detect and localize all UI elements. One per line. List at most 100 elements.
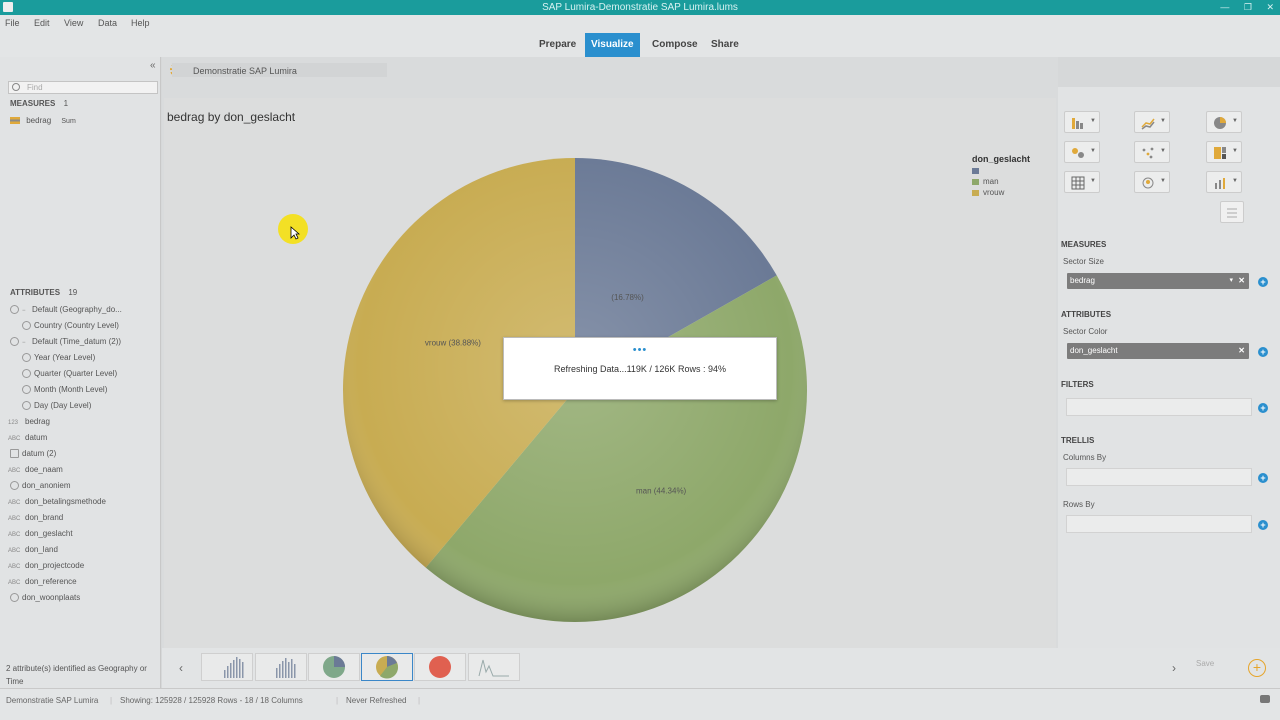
- mouse-pointer-icon: [290, 226, 300, 240]
- donut-thumb-icon: [429, 656, 451, 678]
- gallery-prev-icon[interactable]: ‹: [179, 661, 183, 675]
- pie-chart-picker[interactable]: ▼: [1206, 111, 1242, 133]
- attribute-label: don_projectcode: [25, 561, 85, 570]
- attribute-item[interactable]: ABC don_geslacht: [8, 529, 73, 538]
- gallery-thumb-pie[interactable]: [308, 653, 360, 681]
- tab-share[interactable]: Share: [711, 33, 739, 57]
- window-title: SAP Lumira-Demonstratie SAP Lumira.lums: [542, 2, 738, 13]
- attribute-label: bedrag: [25, 417, 50, 426]
- gallery-thumb-bar-2[interactable]: [255, 653, 307, 681]
- filters-dropzone[interactable]: [1066, 398, 1252, 416]
- dataset-name[interactable]: Demonstratie SAP Lumira: [193, 66, 297, 76]
- attribute-item[interactable]: datum (2): [10, 449, 56, 459]
- add-measure-icon[interactable]: +: [1258, 277, 1268, 287]
- attribute-item[interactable]: Country (Country Level): [22, 321, 119, 331]
- attribute-label: Default (Time_datum (2)): [32, 337, 122, 346]
- table-chart-picker[interactable]: ▼: [1064, 171, 1100, 193]
- add-row-icon[interactable]: +: [1258, 520, 1268, 530]
- expander[interactable]: −: [22, 308, 32, 314]
- menu-help[interactable]: Help: [131, 18, 150, 28]
- save-button[interactable]: Save: [1196, 659, 1214, 668]
- find-input[interactable]: Find: [8, 81, 158, 94]
- sector-size-pill[interactable]: bedrag ▾ ✕: [1067, 273, 1249, 289]
- restore-icon[interactable]: ❐: [1244, 2, 1252, 12]
- clock-icon: [10, 337, 19, 347]
- number-type-icon: 123: [8, 420, 19, 426]
- refresh-message: Refreshing Data...119K / 126K Rows : 94%: [554, 364, 726, 374]
- line-chart-picker[interactable]: ▼: [1134, 111, 1170, 133]
- bubble-chart-picker[interactable]: ▼: [1064, 141, 1100, 163]
- attribute-item[interactable]: don_anoniem: [10, 481, 70, 491]
- attribute-item[interactable]: ABC don_brand: [8, 513, 63, 522]
- attribute-item[interactable]: ABC don_betalingsmethode: [8, 497, 106, 506]
- add-column-icon[interactable]: +: [1258, 473, 1268, 483]
- status-separator: |: [110, 696, 113, 705]
- status-dataset: Demonstratie SAP Lumira: [6, 696, 99, 705]
- remove-icon[interactable]: ✕: [1238, 343, 1245, 359]
- attribute-item[interactable]: Year (Year Level): [22, 353, 95, 363]
- app-icon: [3, 2, 13, 12]
- geo-map-icon: [1142, 177, 1154, 189]
- sector-color-label: Sector Color: [1063, 327, 1108, 336]
- gallery-next-icon[interactable]: ›: [1172, 661, 1176, 675]
- legend-item-blank[interactable]: [972, 166, 1030, 175]
- legend-item-man[interactable]: man: [972, 177, 1030, 186]
- attribute-item[interactable]: don_woonplaats: [10, 593, 80, 603]
- attribute-item[interactable]: ABC don_reference: [8, 577, 77, 586]
- rows-by-dropzone[interactable]: [1066, 515, 1252, 533]
- status-separator: |: [336, 696, 339, 705]
- remove-icon[interactable]: ✕: [1238, 273, 1245, 289]
- attribute-item[interactable]: ABC don_land: [8, 545, 58, 554]
- menu-file[interactable]: File: [5, 18, 20, 28]
- pie-slice-vrouw-label: vrouw (38.88%): [425, 339, 481, 348]
- attribute-item[interactable]: ABC doe_naam: [8, 465, 63, 474]
- legend-item-vrouw[interactable]: vrouw: [972, 188, 1030, 197]
- attribute-item[interactable]: − Default (Geography_do...: [10, 305, 122, 315]
- minimize-icon[interactable]: —: [1220, 2, 1229, 12]
- measure-icon: [10, 117, 20, 125]
- right-measures-header: MEASURES: [1061, 240, 1107, 249]
- attribute-item[interactable]: − Default (Time_datum (2)): [10, 337, 122, 347]
- tab-compose[interactable]: Compose: [652, 33, 698, 57]
- close-icon[interactable]: ✕: [1266, 2, 1274, 12]
- gallery-thumb-donut[interactable]: [414, 653, 466, 681]
- attribute-item[interactable]: ABC don_projectcode: [8, 561, 84, 570]
- collapse-panel-icon[interactable]: «: [150, 60, 156, 71]
- gallery-thumb-bar[interactable]: [201, 653, 253, 681]
- expander[interactable]: −: [22, 340, 32, 346]
- menu-view[interactable]: View: [64, 18, 83, 28]
- add-attribute-icon[interactable]: +: [1258, 347, 1268, 357]
- gallery-thumb-histogram[interactable]: [468, 653, 520, 681]
- gallery-thumb-pie-selected[interactable]: [361, 653, 413, 681]
- legend-swatch: [972, 167, 979, 174]
- menu-edit[interactable]: Edit: [34, 18, 50, 28]
- settings-picker[interactable]: [1220, 201, 1244, 223]
- chevron-down-icon[interactable]: ▾: [1229, 273, 1233, 289]
- geo-chart-picker[interactable]: ▼: [1134, 171, 1170, 193]
- add-visualization-icon[interactable]: +: [1248, 659, 1266, 677]
- custom-chart-picker[interactable]: ▼: [1206, 171, 1242, 193]
- bar-chart-picker[interactable]: ▼: [1064, 111, 1100, 133]
- scatter-chart-picker[interactable]: ▼: [1134, 141, 1170, 163]
- mode-bar: Prepare Visualize Compose Share: [0, 33, 1280, 57]
- globe-icon: [10, 481, 19, 491]
- attribute-item[interactable]: Day (Day Level): [22, 401, 92, 411]
- attribute-item[interactable]: Quarter (Quarter Level): [22, 369, 117, 379]
- sector-color-pill[interactable]: don_geslacht ✕: [1067, 343, 1249, 359]
- tab-prepare[interactable]: Prepare: [539, 33, 576, 57]
- tab-visualize[interactable]: Visualize: [585, 33, 640, 57]
- add-filter-icon[interactable]: +: [1258, 403, 1268, 413]
- attribute-item[interactable]: Month (Month Level): [22, 385, 107, 395]
- treemap-chart-picker[interactable]: ▼: [1206, 141, 1242, 163]
- find-placeholder: Find: [27, 83, 43, 92]
- columns-by-dropzone[interactable]: [1066, 468, 1252, 486]
- attribute-item[interactable]: 123 bedrag: [8, 417, 50, 426]
- attribute-item[interactable]: ABC datum: [8, 433, 47, 442]
- menu-bar: File Edit View Data Help: [0, 15, 1280, 33]
- attribute-label: Day (Day Level): [34, 401, 92, 410]
- measure-item-bedrag[interactable]: bedrag Sum: [10, 116, 76, 125]
- legend-label: man: [983, 177, 999, 186]
- menu-data[interactable]: Data: [98, 18, 117, 28]
- clock-icon: [22, 353, 31, 363]
- notification-icon[interactable]: [1260, 695, 1270, 703]
